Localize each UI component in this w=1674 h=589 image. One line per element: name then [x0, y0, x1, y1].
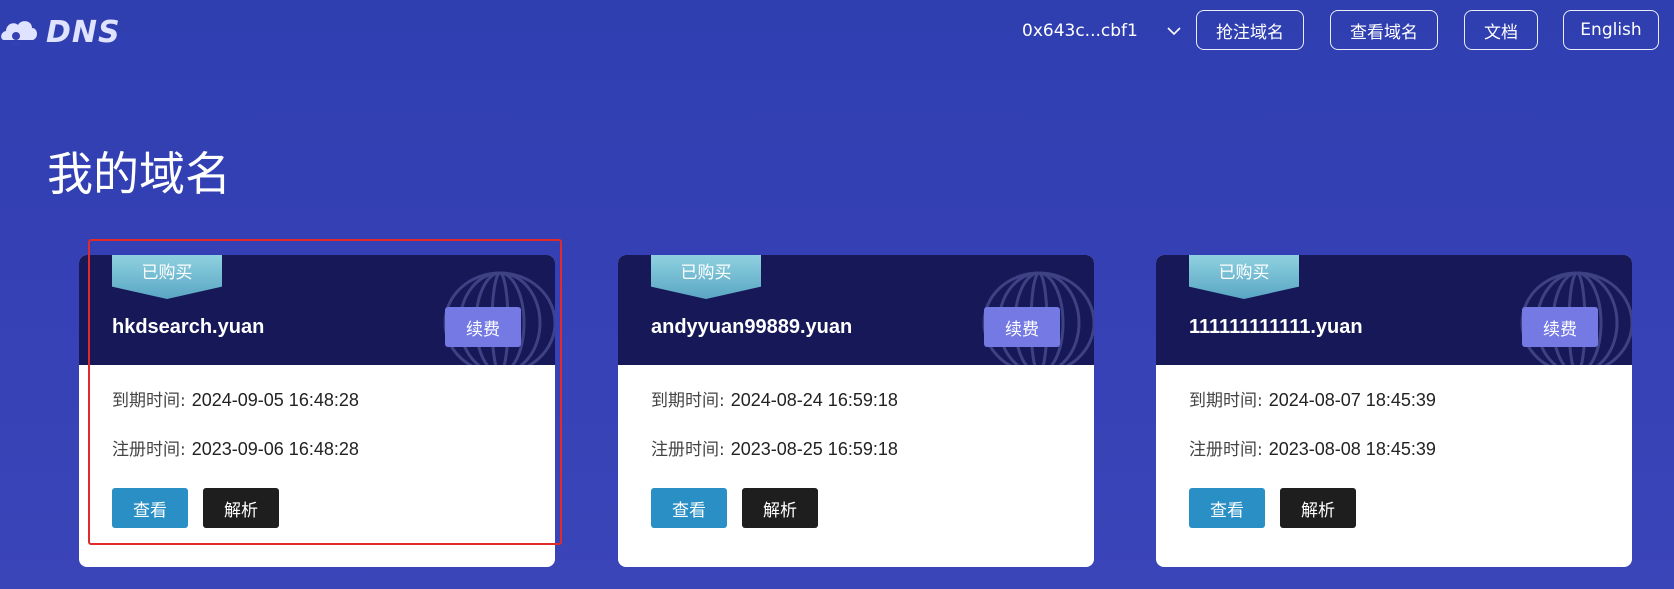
cloud-logo-icon [1, 21, 38, 46]
chevron-down-icon [1167, 27, 1181, 36]
resolve-button[interactable]: 解析 [1280, 488, 1356, 528]
view-button[interactable]: 查看 [1189, 488, 1265, 528]
expire-row: 到期时间: 2024-08-24 16:59:18 [651, 386, 898, 411]
renew-button[interactable]: 续费 [445, 307, 521, 347]
register-row: 注册时间: 2023-09-06 16:48:28 [112, 435, 359, 460]
domain-name: hkdsearch.yuan [112, 316, 265, 338]
register-label: 注册时间: [1189, 440, 1263, 460]
view-button[interactable]: 查看 [651, 488, 727, 528]
purchased-badge: 已购买 [651, 255, 761, 299]
renew-button[interactable]: 续费 [1522, 307, 1598, 347]
expire-value: 2024-08-24 16:59:18 [730, 390, 898, 410]
expire-label: 到期时间: [1189, 391, 1263, 411]
register-value: 2023-08-08 18:45:39 [1268, 439, 1436, 459]
domain-card: 已购买 hkdsearch.yuan 续费 到期时间: 2024-09-05 16… [79, 255, 555, 567]
register-label: 注册时间: [112, 440, 186, 460]
purchased-badge: 已购买 [1189, 255, 1299, 299]
language-button[interactable]: English [1563, 10, 1659, 50]
card-header: 已购买 andyyuan99889.yuan 续费 [618, 255, 1094, 365]
domain-name: andyyuan99889.yuan [651, 316, 853, 338]
view-domain-button[interactable]: 查看域名 [1330, 10, 1438, 50]
expire-label: 到期时间: [651, 391, 725, 411]
wallet-dropdown[interactable]: 0x643c...cbf1 [1022, 18, 1182, 44]
register-value: 2023-09-06 16:48:28 [191, 439, 359, 459]
logo-text: DNS [46, 14, 121, 50]
domain-card: 已购买 andyyuan99889.yuan 续费 到期时间: 2024-08-2… [618, 255, 1094, 567]
resolve-button[interactable]: 解析 [203, 488, 279, 528]
domain-card: 已购买 111111111111.yuan 续费 到期时间: 2024-08-07… [1156, 255, 1632, 567]
expire-value: 2024-08-07 18:45:39 [1268, 390, 1436, 410]
card-header: 已购买 111111111111.yuan 续费 [1156, 255, 1632, 365]
page-title: 我的域名 [47, 147, 231, 201]
register-value: 2023-08-25 16:59:18 [730, 439, 898, 459]
logo[interactable]: DNS [0, 10, 121, 54]
domain-name: 111111111111.yuan [1189, 316, 1363, 338]
expire-value: 2024-09-05 16:48:28 [191, 390, 359, 410]
wallet-address: 0x643c...cbf1 [1022, 21, 1138, 41]
view-button[interactable]: 查看 [112, 488, 188, 528]
register-row: 注册时间: 2023-08-08 18:45:39 [1189, 435, 1436, 460]
renew-button[interactable]: 续费 [984, 307, 1060, 347]
register-row: 注册时间: 2023-08-25 16:59:18 [651, 435, 898, 460]
expire-row: 到期时间: 2024-09-05 16:48:28 [112, 386, 359, 411]
expire-row: 到期时间: 2024-08-07 18:45:39 [1189, 386, 1436, 411]
snipe-domain-button[interactable]: 抢注域名 [1196, 10, 1304, 50]
purchased-badge: 已购买 [112, 255, 222, 299]
docs-button[interactable]: 文档 [1464, 10, 1538, 50]
register-label: 注册时间: [651, 440, 725, 460]
expire-label: 到期时间: [112, 391, 186, 411]
card-header: 已购买 hkdsearch.yuan 续费 [79, 255, 555, 365]
resolve-button[interactable]: 解析 [742, 488, 818, 528]
